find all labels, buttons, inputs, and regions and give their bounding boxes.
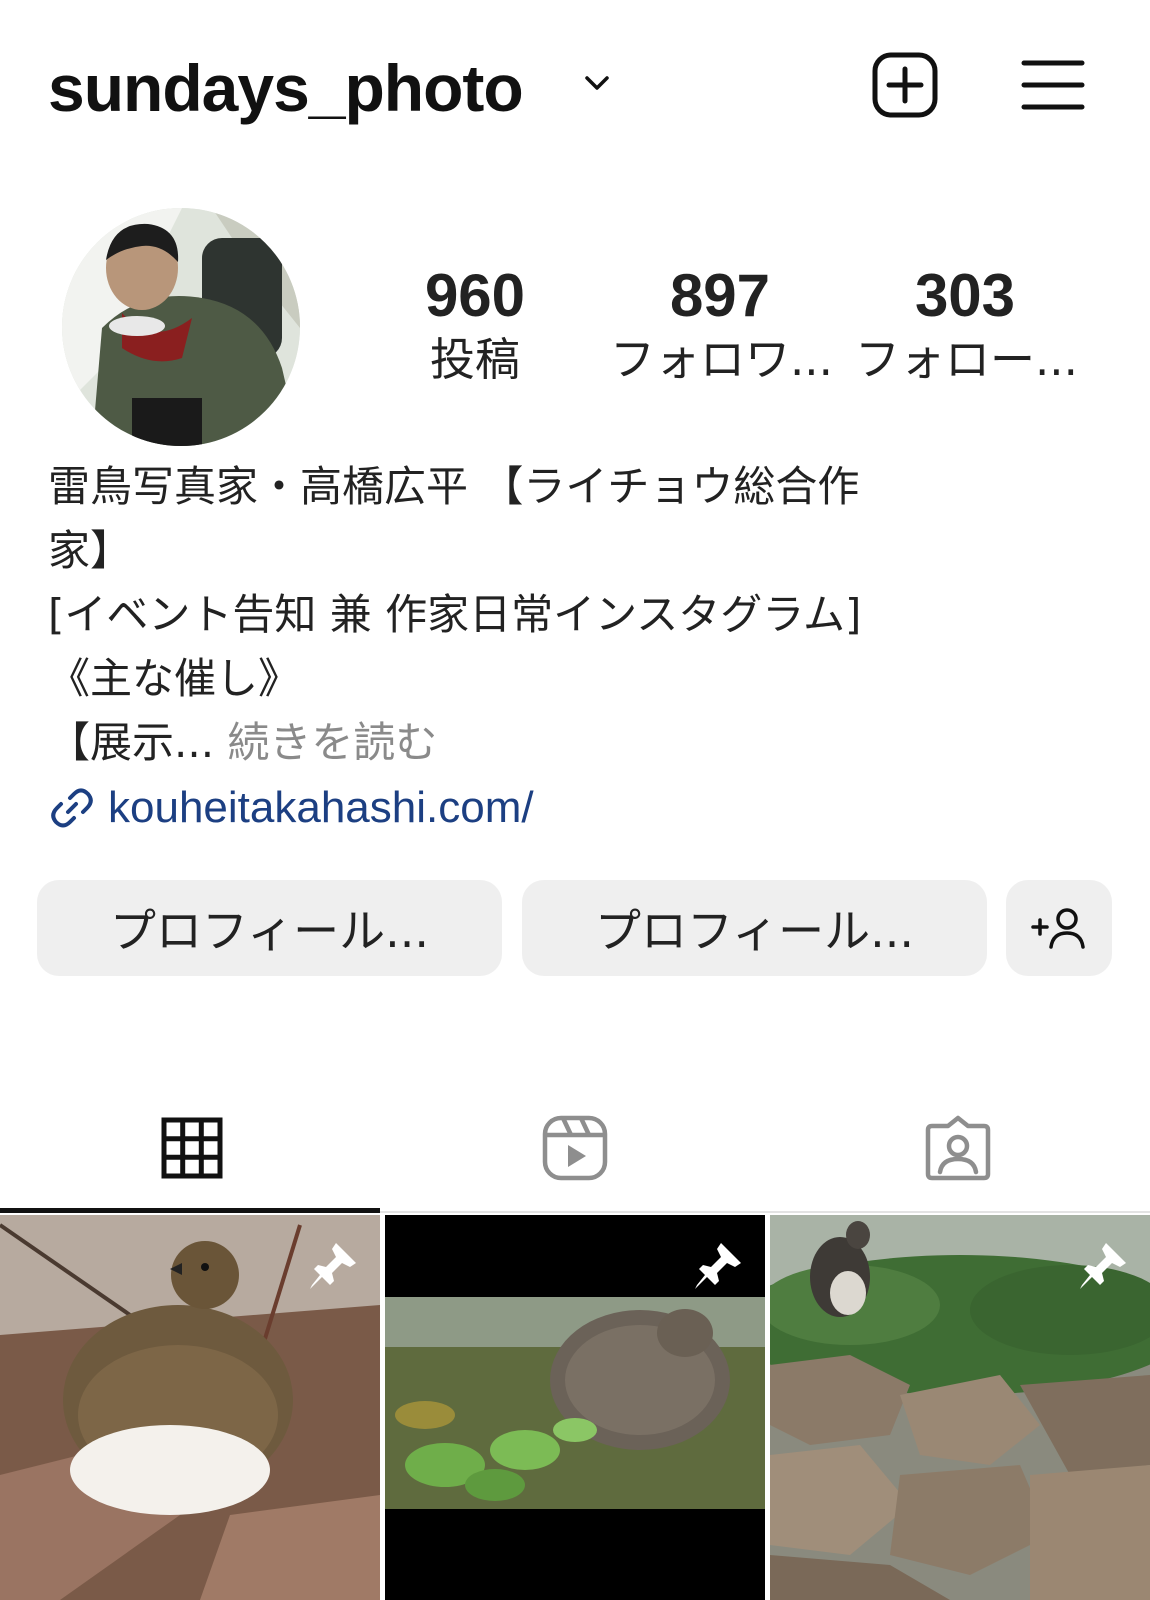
- bio-line: 雷鳥写真家・高橋広平 【ライチョウ総合作: [48, 462, 860, 511]
- profile-bio: 雷鳥写真家・高橋広平 【ライチョウ総合作 家】 [イベント告知 兼 作家日常イン…: [48, 455, 1048, 775]
- pin-icon: [310, 1243, 356, 1289]
- share-profile-button[interactable]: プロフィール...: [522, 880, 987, 976]
- followers-count: 897: [669, 262, 771, 329]
- bio-line: 【展示...: [48, 718, 215, 767]
- reels-icon: [542, 1115, 607, 1180]
- post-grid: [0, 1215, 1150, 1600]
- bio-line: 家】: [48, 526, 133, 575]
- post-thumbnail[interactable]: [385, 1215, 765, 1600]
- menu-icon[interactable]: [1020, 55, 1086, 115]
- followers-label: フォロワ...: [610, 333, 830, 386]
- discover-people-button[interactable]: [1006, 880, 1112, 976]
- tab-tagged[interactable]: [766, 1080, 1149, 1215]
- profile-link[interactable]: kouheitakahashi.com/: [48, 776, 534, 840]
- following-label: フォロー...: [855, 333, 1075, 386]
- edit-profile-button[interactable]: プロフィール...: [37, 880, 502, 976]
- post-thumbnail[interactable]: [770, 1215, 1150, 1600]
- chevron-down-icon[interactable]: [580, 66, 614, 100]
- read-more-link[interactable]: 続きを読む: [227, 718, 437, 767]
- pin-icon: [1080, 1243, 1126, 1289]
- add-person-icon: [1031, 908, 1085, 949]
- account-username[interactable]: sundays_photo: [48, 48, 524, 128]
- profile-tabs: [0, 1080, 1150, 1215]
- posts-label: 投稿: [429, 333, 520, 386]
- tab-reels[interactable]: [383, 1080, 766, 1215]
- following-count: 303: [914, 262, 1016, 329]
- profile-avatar[interactable]: [62, 208, 300, 446]
- stat-followers[interactable]: 897 フォロワ...: [610, 262, 830, 390]
- posts-count: 960: [424, 262, 526, 329]
- tab-posts-grid[interactable]: [0, 1080, 383, 1215]
- grid-icon: [161, 1117, 222, 1178]
- bio-line: [イベント告知 兼 作家日常インスタグラム]: [48, 590, 862, 639]
- stat-posts[interactable]: 960 投稿: [365, 262, 585, 390]
- tagged-icon: [925, 1115, 990, 1180]
- link-icon: [51, 788, 93, 828]
- pin-icon: [695, 1243, 741, 1289]
- active-tab-indicator: [0, 1208, 380, 1213]
- profile-link-text[interactable]: kouheitakahashi.com/: [108, 783, 534, 833]
- new-post-icon[interactable]: [870, 50, 940, 120]
- top-bar: sundays_photo: [0, 0, 1150, 170]
- stat-following[interactable]: 303 フォロー...: [855, 262, 1075, 390]
- post-thumbnail[interactable]: [0, 1215, 380, 1600]
- avatar-photo: [62, 208, 300, 446]
- bio-line: 《主な催し》: [48, 654, 301, 703]
